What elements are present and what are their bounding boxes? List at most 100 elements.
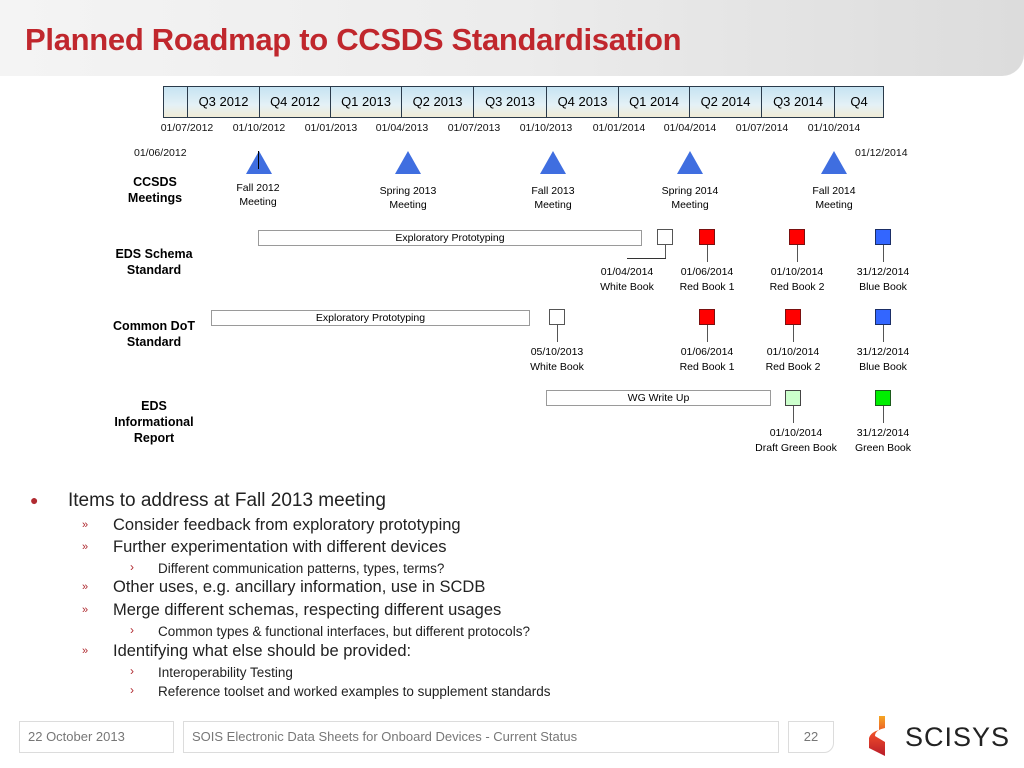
activity-bar: Exploratory Prototyping — [258, 230, 642, 246]
milestone-label: 01/06/2014 Red Book 1 — [680, 345, 735, 375]
quarter-cell: Q1 2014 — [619, 87, 690, 117]
milestone-name: Red Book 1 — [679, 361, 735, 373]
chevron-icon: › — [130, 683, 134, 697]
milestone-date: 01/06/2014 — [680, 346, 734, 358]
milestone-stem — [707, 325, 708, 342]
date-tick: 01/04/2013 — [375, 122, 429, 134]
milestone-name: Red Book 1 — [679, 281, 735, 293]
milestone-label: 31/12/2014 Blue Book — [857, 345, 910, 375]
chevron-double-icon: » — [82, 645, 89, 657]
quarter-band: Q3 2012 Q4 2012 Q1 2013 Q2 2013 Q3 2013 … — [163, 86, 884, 118]
milestone-date: 01/06/2014 — [680, 266, 734, 278]
milestone-label: 01/04/2014 White Book — [600, 265, 654, 295]
milestone-label: 05/10/2013 White Book — [530, 345, 584, 375]
page-number: 22 — [788, 721, 834, 753]
meeting-name: Fall 2014 — [812, 185, 856, 197]
milestone-date: 01/10/2014 — [766, 346, 820, 358]
milestone-stem — [665, 245, 666, 258]
quarter-cell: Q3 2013 — [474, 87, 547, 117]
quarter-cell: Q2 2013 — [402, 87, 474, 117]
chevron-double-icon: » — [82, 541, 89, 553]
meeting-name: Spring 2013 — [379, 185, 437, 197]
bullet-item: Further experimentation with different d… — [113, 538, 447, 556]
milestone-label: 01/10/2014 Draft Green Book — [755, 426, 837, 456]
milestone-connector — [627, 258, 666, 259]
meeting-label: Fall 2014 Meeting — [812, 184, 855, 212]
range-end-date: 01/12/2014 — [855, 147, 908, 159]
chevron-icon: › — [130, 560, 134, 574]
meeting-suffix: Meeting — [815, 199, 853, 211]
meeting-name: Fall 2013 — [531, 185, 575, 197]
milestone-date: 31/12/2014 — [856, 266, 910, 278]
date-tick: 01/10/2012 — [232, 122, 286, 134]
quarter-cell: Q1 2013 — [331, 87, 402, 117]
milestone-date: 31/12/2014 — [856, 427, 910, 439]
meeting-suffix: Meeting — [389, 199, 427, 211]
milestone-date: 31/12/2014 — [856, 346, 910, 358]
footer-title: SOIS Electronic Data Sheets for Onboard … — [183, 721, 779, 753]
activity-bar: WG Write Up — [546, 390, 771, 406]
meeting-suffix: Meeting — [671, 199, 709, 211]
scisys-logo-icon — [869, 716, 885, 756]
milestone-name: Draft Green Book — [755, 442, 837, 454]
quarter-cell: Q2 2014 — [690, 87, 762, 117]
row-label-eds-info: EDS Informational Report — [104, 398, 204, 446]
bullet-main: Items to address at Fall 2013 meeting — [68, 490, 386, 511]
milestone-name: Blue Book — [859, 281, 907, 293]
quarter-cell: Q3 2012 — [188, 87, 260, 117]
milestone-name: White Book — [600, 281, 654, 293]
milestone-stem — [793, 406, 794, 423]
milestone-name: Red Book 2 — [765, 361, 821, 373]
meeting-triangle-icon — [395, 151, 421, 174]
row-label-common-dot: Common DoT Standard — [104, 318, 204, 350]
milestone-stem — [707, 245, 708, 262]
bullet-dot-icon: ● — [30, 492, 39, 508]
meeting-label: Fall 2012 Meeting — [236, 181, 279, 209]
meeting-suffix: Meeting — [239, 196, 277, 208]
milestone-name: Green Book — [854, 442, 912, 454]
date-tick: 01/01/2014 — [592, 122, 646, 134]
date-tick: 01/01/2013 — [304, 122, 358, 134]
row-label-eds-schema: EDS Schema Standard — [104, 246, 204, 278]
chevron-icon: › — [130, 664, 134, 678]
row-label-text: EDS Schema Standard — [115, 247, 193, 277]
quarter-cell: Q3 2014 — [762, 87, 835, 117]
bullet-subitem: Interoperability Testing — [158, 665, 293, 680]
milestone-stem — [793, 325, 794, 342]
milestone-stem — [883, 245, 884, 262]
milestone-draft-green-book — [785, 390, 801, 406]
quarter-cell — [164, 87, 188, 117]
chevron-double-icon: » — [82, 581, 89, 593]
milestone-stem — [557, 325, 558, 342]
meeting-suffix: Meeting — [534, 199, 572, 211]
milestone-blue-book — [875, 229, 891, 245]
scisys-logo-text: SCISYS — [905, 722, 1011, 752]
milestone-label: 31/12/2014 Green Book — [855, 426, 911, 456]
bullet-item: Merge different schemas, respecting diff… — [113, 601, 502, 619]
bullet-item: Other uses, e.g. ancillary information, … — [113, 578, 486, 596]
chevron-icon: › — [130, 623, 134, 637]
milestone-red-book-2 — [785, 309, 801, 325]
milestone-white-book — [657, 229, 673, 245]
milestone-red-book-1 — [699, 229, 715, 245]
slide-title: Planned Roadmap to CCSDS Standardisation — [25, 22, 682, 57]
date-tick: 01/07/2012 — [160, 122, 214, 134]
milestone-date: 01/10/2014 — [769, 427, 823, 439]
meeting-marker-line — [258, 151, 259, 169]
row-label-text: Common DoT Standard — [113, 319, 195, 349]
milestone-date: 01/04/2014 — [600, 266, 654, 278]
quarter-cell: Q4 — [835, 87, 883, 117]
milestone-blue-book — [875, 309, 891, 325]
milestone-green-book — [875, 390, 891, 406]
bullet-subitem: Common types & functional interfaces, bu… — [158, 624, 530, 639]
meeting-name: Spring 2014 — [661, 185, 719, 197]
meeting-triangle-icon — [246, 151, 272, 174]
milestone-name: Blue Book — [859, 361, 907, 373]
milestone-stem — [883, 406, 884, 423]
milestone-label: 01/06/2014 Red Book 1 — [680, 265, 735, 295]
milestone-date: 05/10/2013 — [530, 346, 584, 358]
milestone-white-book — [549, 309, 565, 325]
meeting-triangle-icon — [821, 151, 847, 174]
activity-bar: Exploratory Prototyping — [211, 310, 530, 326]
meeting-name: Fall 2012 — [236, 182, 280, 194]
